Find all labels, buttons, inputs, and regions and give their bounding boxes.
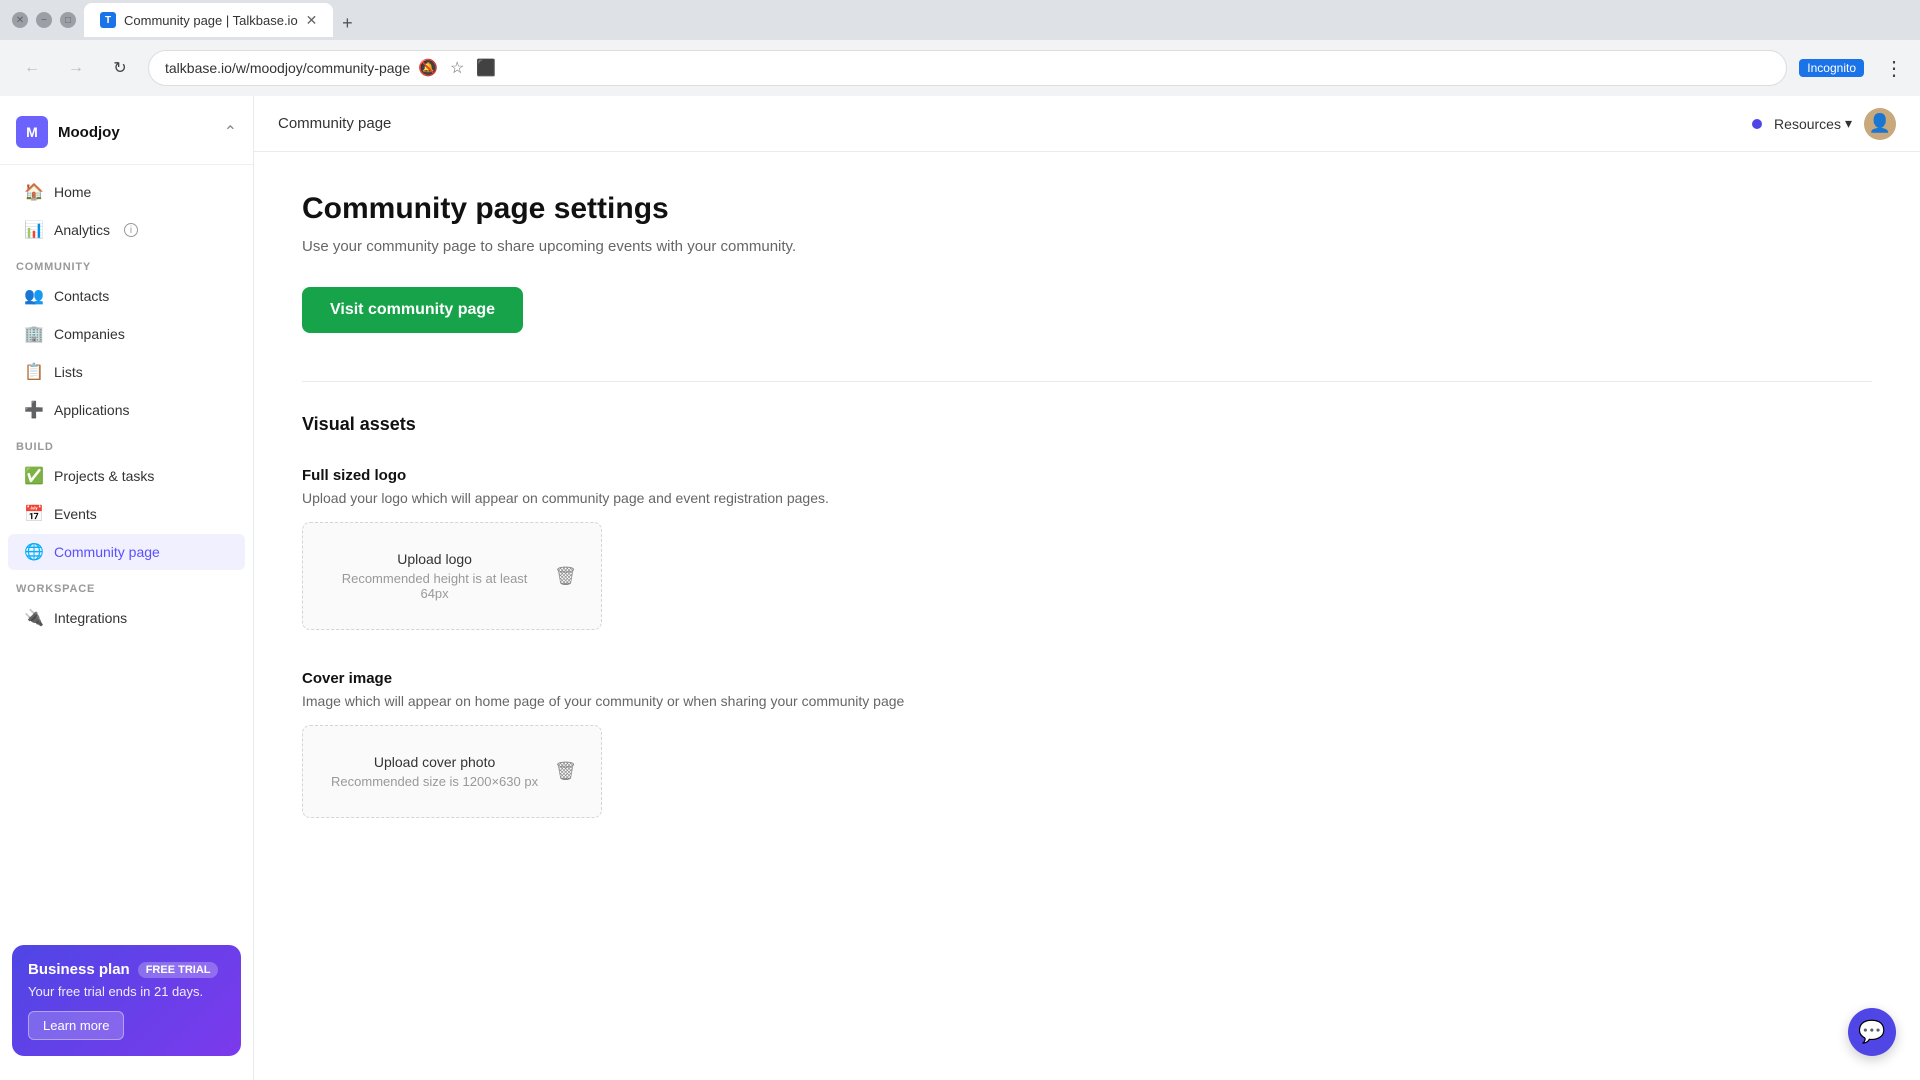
workspace-section-label: WORKSPACE	[0, 571, 253, 599]
chat-icon: 💬	[1858, 1019, 1885, 1045]
visit-community-page-button[interactable]: Visit community page	[302, 287, 523, 333]
logo-upload-content: Upload logo Recommended height is at lea…	[327, 551, 542, 601]
sidebar-item-analytics-label: Analytics	[54, 222, 110, 238]
applications-icon: ➕	[24, 400, 44, 420]
logo-upload-hint: Recommended height is at least 64px	[327, 571, 542, 601]
browser-tab[interactable]: T Community page | Talkbase.io ✕	[84, 3, 333, 37]
chat-fab-button[interactable]: 💬	[1848, 1008, 1896, 1056]
visual-assets-title: Visual assets	[302, 414, 1872, 435]
refresh-button[interactable]: ↻	[104, 52, 136, 84]
cover-delete-icon[interactable]: 🗑	[554, 761, 577, 782]
build-section-label: BUILD	[0, 429, 253, 457]
logo-upload-title: Upload logo	[327, 551, 542, 567]
logo-delete-icon[interactable]: 🗑	[554, 566, 577, 587]
free-trial-badge: FREE TRIAL	[138, 962, 219, 978]
main-header-title: Community page	[278, 115, 1736, 132]
tab-title: Community page | Talkbase.io	[124, 13, 298, 28]
incognito-badge: Incognito	[1799, 59, 1864, 77]
browser-menu-button[interactable]: ⋮	[1884, 56, 1904, 81]
workspace-toggle-button[interactable]: ⌃	[224, 122, 237, 142]
main-content: Community page Resources ▾ 👤 Community p…	[254, 96, 1920, 1080]
url-text: talkbase.io/w/moodjoy/community-page	[165, 60, 410, 76]
cover-upload-box[interactable]: Upload cover photo Recommended size is 1…	[302, 725, 602, 818]
sidebar-item-events[interactable]: 📅 Events	[8, 496, 245, 532]
plan-name: Business plan	[28, 961, 130, 978]
plan-card: Business plan FREE TRIAL Your free trial…	[12, 945, 241, 1056]
analytics-info-icon: i	[124, 223, 138, 237]
sidebar: M Moodjoy ⌃ 🏠 Home 📊 Analytics i COMMUNI…	[0, 96, 254, 1080]
sidebar-item-companies[interactable]: 🏢 Companies	[8, 316, 245, 352]
content-area: Community page settings Use your communi…	[254, 152, 1920, 1080]
tab-favicon: T	[100, 12, 116, 28]
maximize-button[interactable]: □	[60, 12, 76, 28]
resources-dropdown-icon: ▾	[1845, 115, 1852, 132]
user-avatar[interactable]: 👤	[1864, 108, 1896, 140]
events-icon: 📅	[24, 504, 44, 524]
sidebar-item-lists[interactable]: 📋 Lists	[8, 354, 245, 390]
plan-description: Your free trial ends in 21 days.	[28, 984, 225, 999]
forward-button[interactable]: →	[60, 52, 92, 84]
resources-label: Resources	[1774, 116, 1841, 132]
sidebar-item-applications[interactable]: ➕ Applications	[8, 392, 245, 428]
integrations-icon: 🔌	[24, 608, 44, 628]
sidebar-item-projects[interactable]: ✅ Projects & tasks	[8, 458, 245, 494]
community-section-label: COMMUNITY	[0, 249, 253, 277]
sidebar-item-projects-label: Projects & tasks	[54, 468, 154, 484]
cover-description: Image which will appear on home page of …	[302, 693, 1872, 709]
close-button[interactable]: ✕	[12, 12, 28, 28]
tab-close-button[interactable]: ✕	[306, 12, 318, 29]
favicon-letter: T	[105, 15, 111, 26]
sidebar-item-analytics[interactable]: 📊 Analytics i	[8, 212, 245, 248]
sidebar-item-home-label: Home	[54, 184, 91, 200]
eye-slash-icon: 🔕	[418, 58, 438, 78]
sidebar-item-home[interactable]: 🏠 Home	[8, 174, 245, 210]
sidebar-item-contacts[interactable]: 👥 Contacts	[8, 278, 245, 314]
projects-icon: ✅	[24, 466, 44, 486]
workspace-name: Moodjoy	[58, 124, 214, 141]
community-page-icon: 🌐	[24, 542, 44, 562]
workspace-avatar: M	[16, 116, 48, 148]
plan-card-header: Business plan FREE TRIAL	[28, 961, 225, 978]
new-tab-button[interactable]: +	[333, 9, 361, 37]
companies-icon: 🏢	[24, 324, 44, 344]
minimize-button[interactable]: −	[36, 12, 52, 28]
learn-more-button[interactable]: Learn more	[28, 1011, 124, 1040]
sidebar-item-integrations-label: Integrations	[54, 610, 127, 626]
home-icon: 🏠	[24, 182, 44, 202]
cover-section: Cover image Image which will appear on h…	[302, 670, 1872, 818]
logo-label: Full sized logo	[302, 467, 1872, 484]
sidebar-item-companies-label: Companies	[54, 326, 125, 342]
sidebar-item-community-page[interactable]: 🌐 Community page	[8, 534, 245, 570]
status-dot	[1752, 119, 1762, 129]
resources-button[interactable]: Resources ▾	[1774, 115, 1852, 132]
page-subtitle: Use your community page to share upcomin…	[302, 238, 1872, 255]
address-bar[interactable]: talkbase.io/w/moodjoy/community-page 🔕 ☆…	[148, 50, 1787, 86]
cover-label: Cover image	[302, 670, 1872, 687]
sidebar-header: M Moodjoy ⌃	[0, 108, 253, 165]
lists-icon: 📋	[24, 362, 44, 382]
cover-upload-content: Upload cover photo Recommended size is 1…	[327, 754, 542, 789]
sidebar-item-integrations[interactable]: 🔌 Integrations	[8, 600, 245, 636]
sidebar-item-events-label: Events	[54, 506, 97, 522]
contacts-icon: 👥	[24, 286, 44, 306]
logo-description: Upload your logo which will appear on co…	[302, 490, 1872, 506]
section-divider	[302, 381, 1872, 382]
sidebar-item-community-page-label: Community page	[54, 544, 160, 560]
logo-section: Full sized logo Upload your logo which w…	[302, 467, 1872, 630]
bookmark-icon: ☆	[450, 58, 464, 78]
header-right: Resources ▾ 👤	[1752, 108, 1896, 140]
avatar-placeholder: 👤	[1869, 113, 1891, 134]
cover-upload-title: Upload cover photo	[327, 754, 542, 770]
sidebar-item-applications-label: Applications	[54, 402, 130, 418]
page-title: Community page settings	[302, 192, 1872, 226]
cover-upload-hint: Recommended size is 1200×630 px	[327, 774, 542, 789]
main-header: Community page Resources ▾ 👤	[254, 96, 1920, 152]
sidebar-item-contacts-label: Contacts	[54, 288, 109, 304]
back-button[interactable]: ←	[16, 52, 48, 84]
logo-upload-box[interactable]: Upload logo Recommended height is at lea…	[302, 522, 602, 630]
analytics-icon: 📊	[24, 220, 44, 240]
sidebar-toggle-icon: ⬛	[476, 58, 496, 78]
sidebar-item-lists-label: Lists	[54, 364, 83, 380]
